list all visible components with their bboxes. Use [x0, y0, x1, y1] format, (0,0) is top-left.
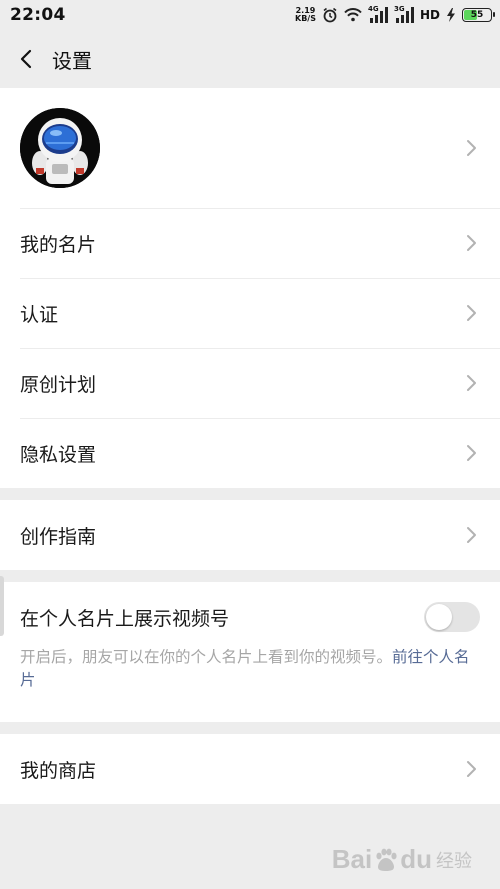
back-button[interactable]: [14, 47, 38, 71]
wifi-icon: [344, 8, 362, 22]
privacy-settings-row[interactable]: 隐私设置: [0, 418, 500, 488]
chevron-right-icon: [467, 235, 476, 251]
show-on-card-label: 在个人名片上展示视频号: [20, 607, 230, 630]
row-label: 认证: [20, 303, 59, 326]
settings-group-profile: 我的名片 认证 原创计划 隐私设置: [0, 88, 500, 488]
astronaut-avatar-image: [20, 108, 100, 188]
row-label: 创作指南: [20, 525, 97, 548]
avatar: [20, 108, 100, 188]
my-shop-row[interactable]: 我的商店: [0, 734, 500, 804]
verification-row[interactable]: 认证: [0, 278, 500, 348]
section-gap: [0, 722, 500, 734]
network-speed: 2.19 KB/S: [295, 6, 316, 23]
row-label: 我的商店: [20, 759, 97, 782]
show-on-card-toggle[interactable]: [424, 602, 480, 632]
creation-guide-row[interactable]: 创作指南: [0, 500, 500, 570]
row-label: 原创计划: [20, 373, 97, 396]
toggle-knob: [426, 604, 452, 630]
settings-group-shop: 我的商店: [0, 734, 500, 804]
hd-icon: HD: [419, 8, 440, 22]
page-title: 设置: [52, 48, 92, 73]
chevron-right-icon: [467, 305, 476, 321]
clock: 22:04: [10, 5, 66, 25]
chevron-right-icon: [467, 527, 476, 543]
show-on-card-description: 开启后，朋友可以在你的个人名片上看到你的视频号。前往个人名片: [20, 648, 470, 689]
section-gap: [0, 488, 500, 500]
status-bar: 22:04 2.19 KB/S 4G 3G HD 55: [0, 0, 500, 30]
chevron-left-icon: [20, 49, 32, 69]
settings-group-guide: 创作指南: [0, 500, 500, 570]
alarm-icon: [323, 7, 337, 23]
chevron-right-icon: [467, 140, 476, 156]
edge-handle[interactable]: [0, 576, 4, 636]
charging-icon: [447, 8, 455, 22]
baidu-watermark: Bai du 经验: [331, 844, 472, 874]
paw-logo-icon: [376, 848, 397, 871]
row-label: 隐私设置: [20, 443, 97, 466]
status-icons: 2.19 KB/S 4G 3G HD 55: [295, 5, 495, 23]
navigation-bar: 设置: [0, 30, 500, 88]
battery-indicator: 55: [462, 8, 495, 22]
chevron-right-icon: [467, 761, 476, 777]
signal-4g-icon: 4G: [368, 5, 388, 23]
chevron-right-icon: [467, 445, 476, 461]
show-on-card-section: 在个人名片上展示视频号 开启后，朋友可以在你的个人名片上看到你的视频号。前往个人…: [0, 582, 500, 722]
my-card-row[interactable]: 我的名片: [0, 208, 500, 278]
profile-row[interactable]: [0, 88, 500, 208]
row-label: 我的名片: [20, 233, 97, 256]
signal-3g-icon: 3G: [394, 5, 414, 23]
chevron-right-icon: [467, 375, 476, 391]
section-gap: [0, 570, 500, 582]
original-plan-row[interactable]: 原创计划: [0, 348, 500, 418]
